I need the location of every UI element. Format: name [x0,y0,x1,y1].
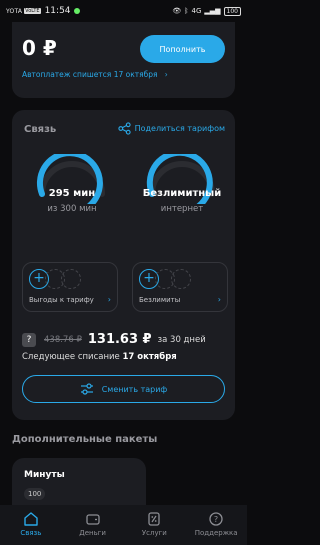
home-icon [24,512,38,526]
benefits-pack-tile[interactable]: + Выгоды к тарифу › [22,262,118,312]
nav-item-podderzhka[interactable]: ? Поддержка [185,505,247,545]
unlimited-pack-label: Безлимиты [139,296,181,304]
notification-dot-icon [73,8,80,14]
wallet-icon [85,514,100,525]
next-charge-date: 17 октября [122,352,177,362]
bottom-nav: Связь Деньги Услуги ? Поддержка [0,505,247,545]
volte-badge: VoLTE [24,8,41,14]
svg-text:?: ? [214,515,218,524]
minutes-total: из 300 мин [47,204,97,214]
network-type: 4G [191,7,202,15]
signal-icon: ▂▄▆ [204,7,221,15]
autopay-link[interactable]: Автоплатеж спишется 17 октября › [22,70,168,79]
balance-card: 0 ₽ Пополнить Автоплатеж спишется 17 окт… [12,22,235,98]
price-old: 438.76 ₽ [44,334,82,345]
minutes-pack-title: Минуты [24,470,65,480]
next-charge: Следующее списание 17 октября [22,352,177,362]
chevron-right-icon: › [217,295,221,304]
nav-label: Деньги [79,529,106,537]
nav-label: Поддержка [194,529,238,537]
percent-icon [148,512,161,526]
nav-item-uslugi[interactable]: Услуги [124,505,186,545]
empty-slot-icon [61,269,81,289]
sliders-icon [80,383,93,395]
change-tariff-button[interactable]: Сменить тариф [22,375,225,403]
question-icon[interactable]: ? [22,332,36,347]
nav-item-svyaz[interactable]: Связь [0,505,62,545]
nav-label: Связь [20,529,42,537]
internet-value: Безлимитный [142,188,222,199]
minutes-pack-chip[interactable]: 100 [24,488,46,500]
share-tariff-button[interactable]: Поделиться тарифом [117,122,225,135]
benefits-pack-label: Выгоды к тарифу [29,296,94,304]
topup-button[interactable]: Пополнить [140,35,225,63]
empty-slot-icon [171,269,191,289]
nav-item-dengi[interactable]: Деньги [62,505,124,545]
help-icon: ? [209,512,223,526]
share-icon [117,122,131,135]
eye-icon: 👁 [172,7,182,15]
share-tariff-label: Поделиться тарифом [134,124,225,133]
internet-sub: интернет [160,204,204,214]
minutes-value: 295 мин [48,188,96,199]
autopay-text: Автоплатеж спишется 17 октября [22,70,158,79]
status-icons: 👁 ᛒ 4G ▂▄▆ 100 [172,6,241,16]
unlimited-pack-tile[interactable]: + Безлимиты › [132,262,228,312]
chevron-right-icon: › [159,70,168,79]
connection-card: Связь Поделиться тарифом 295 мин из 300 … [12,110,235,420]
balance-amount: 0 ₽ [22,36,57,60]
carrier-label: YOTA [6,7,23,15]
battery-indicator: 100 [223,6,241,16]
price-new: 131.63 ₽ [87,332,152,347]
bluetooth-icon: ᛒ [184,7,189,15]
clock: 11:54 [44,6,71,16]
nav-label: Услуги [141,529,167,537]
extra-packs-title: Дополнительные пакеты [12,434,158,445]
price-period: за 30 дней [157,334,206,345]
status-bar: YOTA VoLTE 11:54 👁 ᛒ 4G ▂▄▆ 100 [0,0,247,22]
change-tariff-label: Сменить тариф [101,384,168,394]
chevron-right-icon: › [107,295,111,304]
next-charge-label: Следующее списание [22,352,120,362]
price-row: ? 438.76 ₽ 131.63 ₽ за 30 дней [22,332,227,347]
connection-title: Связь [24,124,57,135]
